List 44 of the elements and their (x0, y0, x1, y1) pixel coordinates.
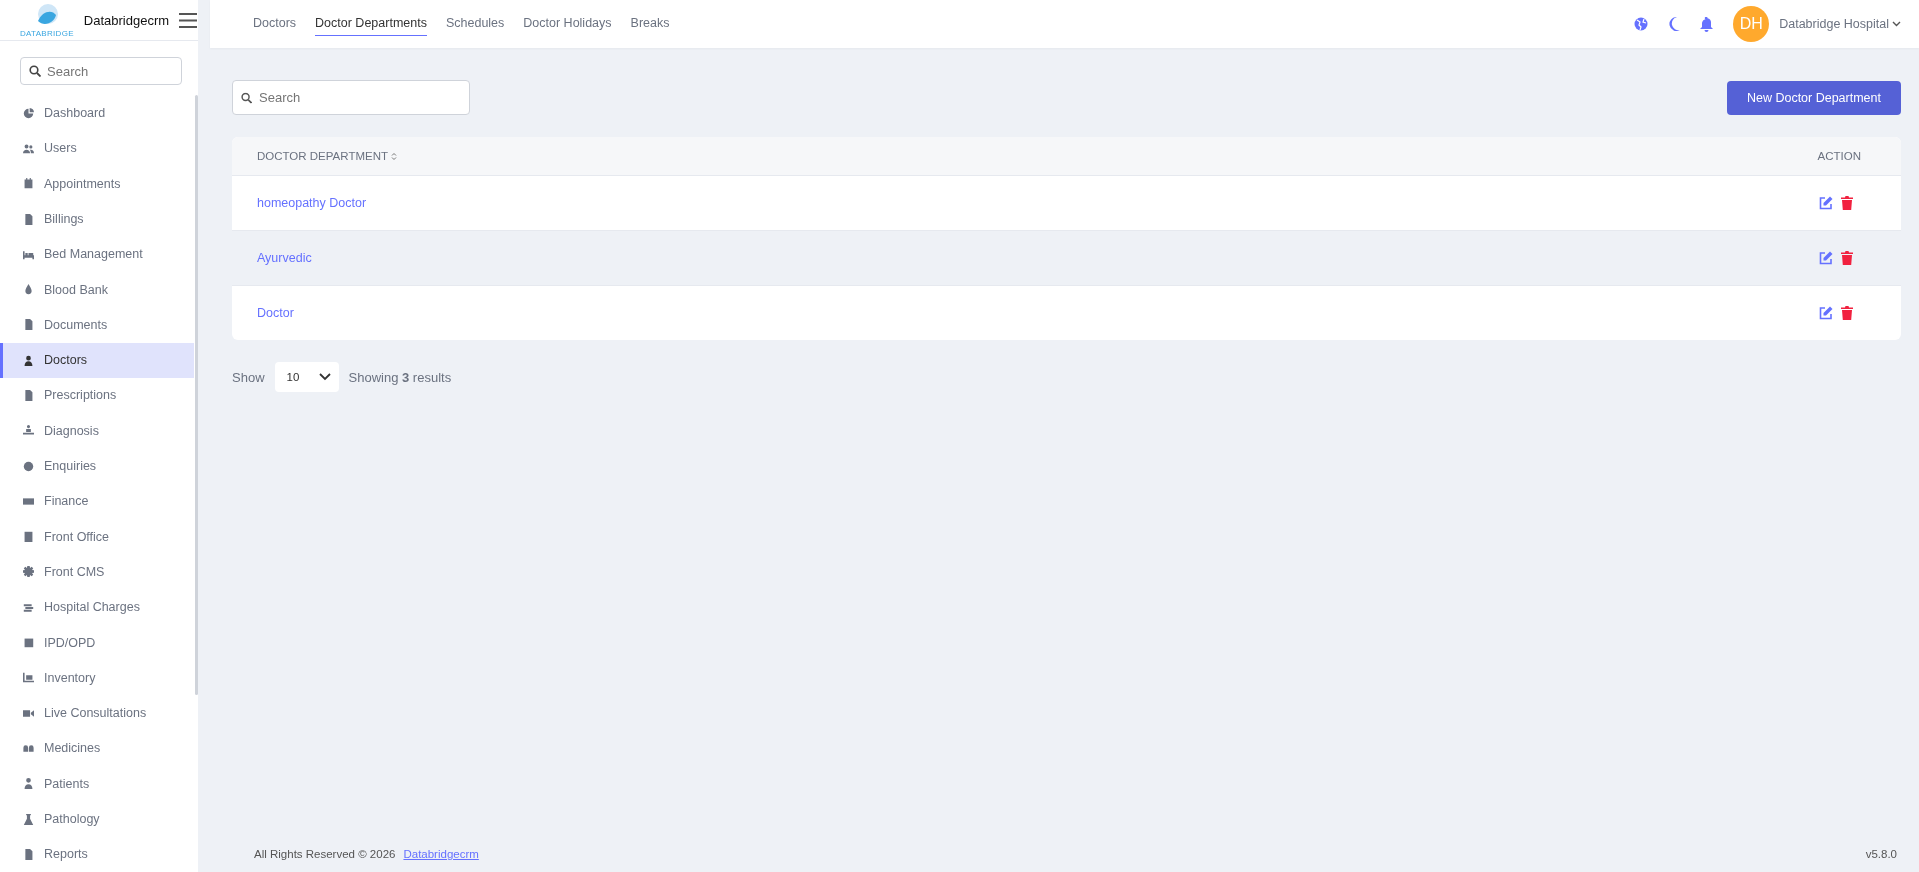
sidebar-item[interactable]: Doctors (0, 342, 194, 378)
sidebar-item[interactable]: Dashboard (0, 95, 194, 131)
sidebar-item[interactable]: Finance (0, 483, 194, 520)
sidebar-item[interactable]: Pathology (0, 801, 194, 837)
sidebar-item[interactable]: Users (0, 130, 194, 167)
tab[interactable]: Breaks (630, 12, 670, 36)
sidebar-item[interactable]: Front CMS (0, 554, 194, 590)
sidebar-item[interactable]: Appointments (0, 166, 194, 202)
column-header[interactable]: DOCTOR DEPARTMENT (257, 150, 397, 162)
search-field[interactable]: Search (232, 80, 470, 115)
sidebar-item[interactable]: Medicines (0, 730, 194, 767)
show-label: Show (232, 369, 265, 385)
sidebar-search-field[interactable]: Search (20, 57, 182, 86)
sidebar-item[interactable]: Front Office (0, 519, 194, 555)
sidebar-item[interactable]: Reports (0, 836, 194, 872)
sidebar-item[interactable]: Enquiries (0, 448, 194, 484)
results-summary: Showing 3 results (348, 369, 452, 385)
tab[interactable]: Doctors (253, 12, 297, 36)
per-page-select[interactable]: 10 (274, 362, 339, 392)
column-header: ACTION (1817, 150, 1861, 162)
user-menu[interactable]: Databridge Hospital (1779, 17, 1901, 31)
sidebar-item[interactable]: IPD/OPD (0, 624, 194, 661)
tab[interactable]: Schedules (445, 12, 505, 36)
logo-drawing: DATABRIDGE (20, 2, 74, 38)
sidebar-item[interactable]: Documents (0, 307, 194, 343)
sidebar-item[interactable]: Hospital Charges (0, 589, 194, 625)
department-link[interactable]: homeopathy Doctor (257, 196, 367, 210)
sidebar-item[interactable]: Diagnosis (0, 413, 194, 449)
sidebar-item[interactable]: Patients (0, 766, 194, 802)
sidebar-item[interactable]: Blood Bank (0, 271, 194, 308)
footer-link[interactable]: Databridgecrm (403, 848, 479, 860)
copyright-text: All Rights Reserved © 2026 (254, 848, 396, 860)
sidebar-item[interactable]: Billings (0, 201, 194, 237)
brand-name: Databridgecrm (83, 12, 170, 28)
sidebar-item[interactable]: Inventory (0, 660, 194, 696)
department-link[interactable]: Doctor (257, 306, 294, 320)
tab[interactable]: Doctor Holidays (523, 12, 612, 36)
sidebar-item[interactable]: Prescriptions (0, 377, 194, 414)
new-department-button[interactable]: New Doctor Department (1726, 80, 1901, 115)
sidebar-item[interactable]: Live Consultations (0, 695, 194, 731)
version-text: v5.8.0 (1865, 848, 1897, 860)
tab[interactable]: Doctor Departments (315, 12, 427, 36)
department-link[interactable]: Ayurvedic (257, 251, 312, 265)
sidebar-item[interactable]: Bed Management (0, 236, 194, 272)
